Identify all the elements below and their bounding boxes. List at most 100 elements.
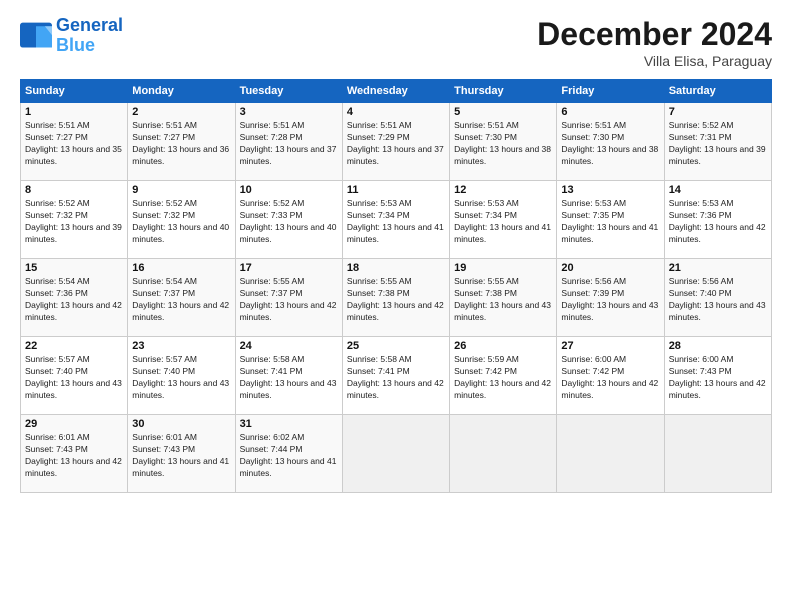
table-row: 26 Sunrise: 5:59 AM Sunset: 7:42 PM Dayl…	[450, 337, 557, 415]
day-number: 29	[25, 418, 123, 430]
table-row: 3 Sunrise: 5:51 AM Sunset: 7:28 PM Dayli…	[235, 103, 342, 181]
day-info: Sunrise: 5:57 AM Sunset: 7:40 PM Dayligh…	[25, 354, 123, 402]
table-row: 24 Sunrise: 5:58 AM Sunset: 7:41 PM Dayl…	[235, 337, 342, 415]
day-info: Sunrise: 5:52 AM Sunset: 7:32 PM Dayligh…	[25, 198, 123, 246]
calendar-week-2: 8 Sunrise: 5:52 AM Sunset: 7:32 PM Dayli…	[21, 181, 772, 259]
day-number: 8	[25, 184, 123, 196]
day-info: Sunrise: 5:56 AM Sunset: 7:39 PM Dayligh…	[561, 276, 659, 324]
day-info: Sunrise: 5:54 AM Sunset: 7:37 PM Dayligh…	[132, 276, 230, 324]
day-number: 31	[240, 418, 338, 430]
table-row: 17 Sunrise: 5:55 AM Sunset: 7:37 PM Dayl…	[235, 259, 342, 337]
day-info: Sunrise: 5:55 AM Sunset: 7:37 PM Dayligh…	[240, 276, 338, 324]
table-row	[342, 415, 449, 493]
day-info: Sunrise: 5:55 AM Sunset: 7:38 PM Dayligh…	[347, 276, 445, 324]
header: General Blue December 2024 Villa Elisa, …	[20, 16, 772, 69]
day-number: 18	[347, 262, 445, 274]
day-info: Sunrise: 5:51 AM Sunset: 7:30 PM Dayligh…	[561, 120, 659, 168]
day-info: Sunrise: 5:51 AM Sunset: 7:27 PM Dayligh…	[25, 120, 123, 168]
calendar-week-3: 15 Sunrise: 5:54 AM Sunset: 7:36 PM Dayl…	[21, 259, 772, 337]
table-row: 22 Sunrise: 5:57 AM Sunset: 7:40 PM Dayl…	[21, 337, 128, 415]
page: General Blue December 2024 Villa Elisa, …	[0, 0, 792, 612]
day-info: Sunrise: 5:55 AM Sunset: 7:38 PM Dayligh…	[454, 276, 552, 324]
table-row: 30 Sunrise: 6:01 AM Sunset: 7:43 PM Dayl…	[128, 415, 235, 493]
col-tuesday: Tuesday	[235, 80, 342, 103]
day-info: Sunrise: 5:52 AM Sunset: 7:31 PM Dayligh…	[669, 120, 767, 168]
day-info: Sunrise: 5:51 AM Sunset: 7:27 PM Dayligh…	[132, 120, 230, 168]
table-row: 21 Sunrise: 5:56 AM Sunset: 7:40 PM Dayl…	[664, 259, 771, 337]
day-info: Sunrise: 5:52 AM Sunset: 7:32 PM Dayligh…	[132, 198, 230, 246]
day-number: 27	[561, 340, 659, 352]
calendar-week-1: 1 Sunrise: 5:51 AM Sunset: 7:27 PM Dayli…	[21, 103, 772, 181]
day-number: 20	[561, 262, 659, 274]
title-block: December 2024 Villa Elisa, Paraguay	[537, 16, 772, 69]
table-row: 9 Sunrise: 5:52 AM Sunset: 7:32 PM Dayli…	[128, 181, 235, 259]
day-number: 24	[240, 340, 338, 352]
day-info: Sunrise: 5:57 AM Sunset: 7:40 PM Dayligh…	[132, 354, 230, 402]
logo-icon	[20, 22, 52, 50]
day-info: Sunrise: 5:53 AM Sunset: 7:34 PM Dayligh…	[347, 198, 445, 246]
table-row	[450, 415, 557, 493]
table-row: 13 Sunrise: 5:53 AM Sunset: 7:35 PM Dayl…	[557, 181, 664, 259]
col-thursday: Thursday	[450, 80, 557, 103]
table-row: 11 Sunrise: 5:53 AM Sunset: 7:34 PM Dayl…	[342, 181, 449, 259]
day-number: 5	[454, 106, 552, 118]
table-row	[557, 415, 664, 493]
day-number: 30	[132, 418, 230, 430]
day-number: 23	[132, 340, 230, 352]
day-number: 1	[25, 106, 123, 118]
table-row: 4 Sunrise: 5:51 AM Sunset: 7:29 PM Dayli…	[342, 103, 449, 181]
col-wednesday: Wednesday	[342, 80, 449, 103]
table-row: 23 Sunrise: 5:57 AM Sunset: 7:40 PM Dayl…	[128, 337, 235, 415]
table-row: 2 Sunrise: 5:51 AM Sunset: 7:27 PM Dayli…	[128, 103, 235, 181]
col-monday: Monday	[128, 80, 235, 103]
day-info: Sunrise: 5:58 AM Sunset: 7:41 PM Dayligh…	[240, 354, 338, 402]
day-number: 17	[240, 262, 338, 274]
table-row: 27 Sunrise: 6:00 AM Sunset: 7:42 PM Dayl…	[557, 337, 664, 415]
table-row: 8 Sunrise: 5:52 AM Sunset: 7:32 PM Dayli…	[21, 181, 128, 259]
day-number: 28	[669, 340, 767, 352]
day-info: Sunrise: 6:00 AM Sunset: 7:43 PM Dayligh…	[669, 354, 767, 402]
col-sunday: Sunday	[21, 80, 128, 103]
calendar-table: Sunday Monday Tuesday Wednesday Thursday…	[20, 79, 772, 493]
day-number: 7	[669, 106, 767, 118]
table-row: 1 Sunrise: 5:51 AM Sunset: 7:27 PM Dayli…	[21, 103, 128, 181]
table-row: 7 Sunrise: 5:52 AM Sunset: 7:31 PM Dayli…	[664, 103, 771, 181]
day-number: 25	[347, 340, 445, 352]
day-number: 16	[132, 262, 230, 274]
day-number: 11	[347, 184, 445, 196]
table-row: 15 Sunrise: 5:54 AM Sunset: 7:36 PM Dayl…	[21, 259, 128, 337]
logo-line1: General	[56, 15, 123, 35]
day-number: 10	[240, 184, 338, 196]
table-row: 14 Sunrise: 5:53 AM Sunset: 7:36 PM Dayl…	[664, 181, 771, 259]
day-number: 3	[240, 106, 338, 118]
table-row: 5 Sunrise: 5:51 AM Sunset: 7:30 PM Dayli…	[450, 103, 557, 181]
day-number: 26	[454, 340, 552, 352]
day-number: 21	[669, 262, 767, 274]
day-number: 4	[347, 106, 445, 118]
day-info: Sunrise: 5:52 AM Sunset: 7:33 PM Dayligh…	[240, 198, 338, 246]
table-row: 20 Sunrise: 5:56 AM Sunset: 7:39 PM Dayl…	[557, 259, 664, 337]
day-info: Sunrise: 5:51 AM Sunset: 7:30 PM Dayligh…	[454, 120, 552, 168]
day-number: 15	[25, 262, 123, 274]
table-row: 19 Sunrise: 5:55 AM Sunset: 7:38 PM Dayl…	[450, 259, 557, 337]
day-number: 6	[561, 106, 659, 118]
day-info: Sunrise: 5:59 AM Sunset: 7:42 PM Dayligh…	[454, 354, 552, 402]
table-row: 31 Sunrise: 6:02 AM Sunset: 7:44 PM Dayl…	[235, 415, 342, 493]
table-row: 6 Sunrise: 5:51 AM Sunset: 7:30 PM Dayli…	[557, 103, 664, 181]
day-number: 22	[25, 340, 123, 352]
day-number: 2	[132, 106, 230, 118]
header-row: Sunday Monday Tuesday Wednesday Thursday…	[21, 80, 772, 103]
table-row: 25 Sunrise: 5:58 AM Sunset: 7:41 PM Dayl…	[342, 337, 449, 415]
day-info: Sunrise: 5:58 AM Sunset: 7:41 PM Dayligh…	[347, 354, 445, 402]
day-info: Sunrise: 5:51 AM Sunset: 7:29 PM Dayligh…	[347, 120, 445, 168]
day-number: 14	[669, 184, 767, 196]
day-info: Sunrise: 5:54 AM Sunset: 7:36 PM Dayligh…	[25, 276, 123, 324]
table-row: 18 Sunrise: 5:55 AM Sunset: 7:38 PM Dayl…	[342, 259, 449, 337]
table-row	[664, 415, 771, 493]
day-info: Sunrise: 5:53 AM Sunset: 7:36 PM Dayligh…	[669, 198, 767, 246]
table-row: 12 Sunrise: 5:53 AM Sunset: 7:34 PM Dayl…	[450, 181, 557, 259]
day-info: Sunrise: 6:01 AM Sunset: 7:43 PM Dayligh…	[132, 432, 230, 480]
table-row: 29 Sunrise: 6:01 AM Sunset: 7:43 PM Dayl…	[21, 415, 128, 493]
day-info: Sunrise: 5:56 AM Sunset: 7:40 PM Dayligh…	[669, 276, 767, 324]
col-saturday: Saturday	[664, 80, 771, 103]
